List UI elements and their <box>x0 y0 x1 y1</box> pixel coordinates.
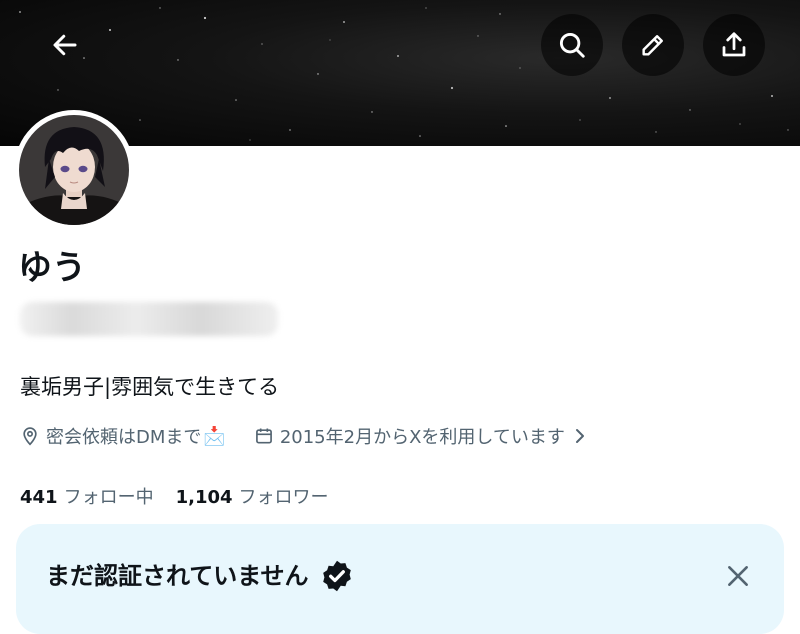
avatar <box>19 115 129 225</box>
location-text: 密会依頼はDMまで <box>46 427 202 448</box>
share-icon <box>722 32 746 57</box>
arrow-left-icon <box>53 34 77 56</box>
following-label: フォロー中 <box>63 487 154 508</box>
joined-text: 2015年2月からXを利用しています <box>279 427 565 448</box>
following-link[interactable]: 441 フォロー中 <box>20 483 154 509</box>
starfield <box>19 7 789 141</box>
search-icon <box>559 32 585 58</box>
verified-badge-icon <box>319 558 355 594</box>
bio: 裏垢男子|雰囲気で生きてる <box>20 375 280 399</box>
share-button[interactable] <box>703 14 765 76</box>
chevron-right-icon <box>575 429 584 443</box>
username-redacted <box>20 302 278 336</box>
avatar-illustration <box>19 115 129 225</box>
verification-title-row: まだ認証されていません <box>46 558 355 594</box>
back-button[interactable] <box>34 14 96 76</box>
close-button[interactable] <box>720 558 756 594</box>
followers-link[interactable]: 1,104 フォロワー <box>176 483 329 509</box>
joined-date-item[interactable]: 2015年2月からXを利用しています <box>254 423 593 449</box>
follow-stats: 441 フォロー中 1,104 フォロワー <box>20 480 329 512</box>
location-item: 密会依頼はDMまで 📩 <box>20 423 226 449</box>
close-icon <box>728 566 748 586</box>
verification-prompt-card[interactable]: まだ認証されていません <box>16 524 784 634</box>
followers-count: 1,104 <box>175 487 233 508</box>
profile-banner <box>0 0 800 146</box>
profile-meta: 密会依頼はDMまで 📩 2015年2月からXを利用しています <box>20 420 593 452</box>
search-button[interactable] <box>541 14 603 76</box>
location-pin-icon <box>23 427 37 446</box>
envelope-icon: 📩 <box>203 425 226 447</box>
compose-button[interactable] <box>622 14 684 76</box>
pencil-icon <box>642 35 663 56</box>
display-name: ゆう <box>18 248 86 288</box>
avatar-frame[interactable] <box>14 110 134 230</box>
verification-title: まだ認証されていません <box>46 562 309 590</box>
following-count: 441 <box>20 487 58 508</box>
followers-label: フォロワー <box>238 487 329 508</box>
calendar-icon <box>255 428 272 444</box>
